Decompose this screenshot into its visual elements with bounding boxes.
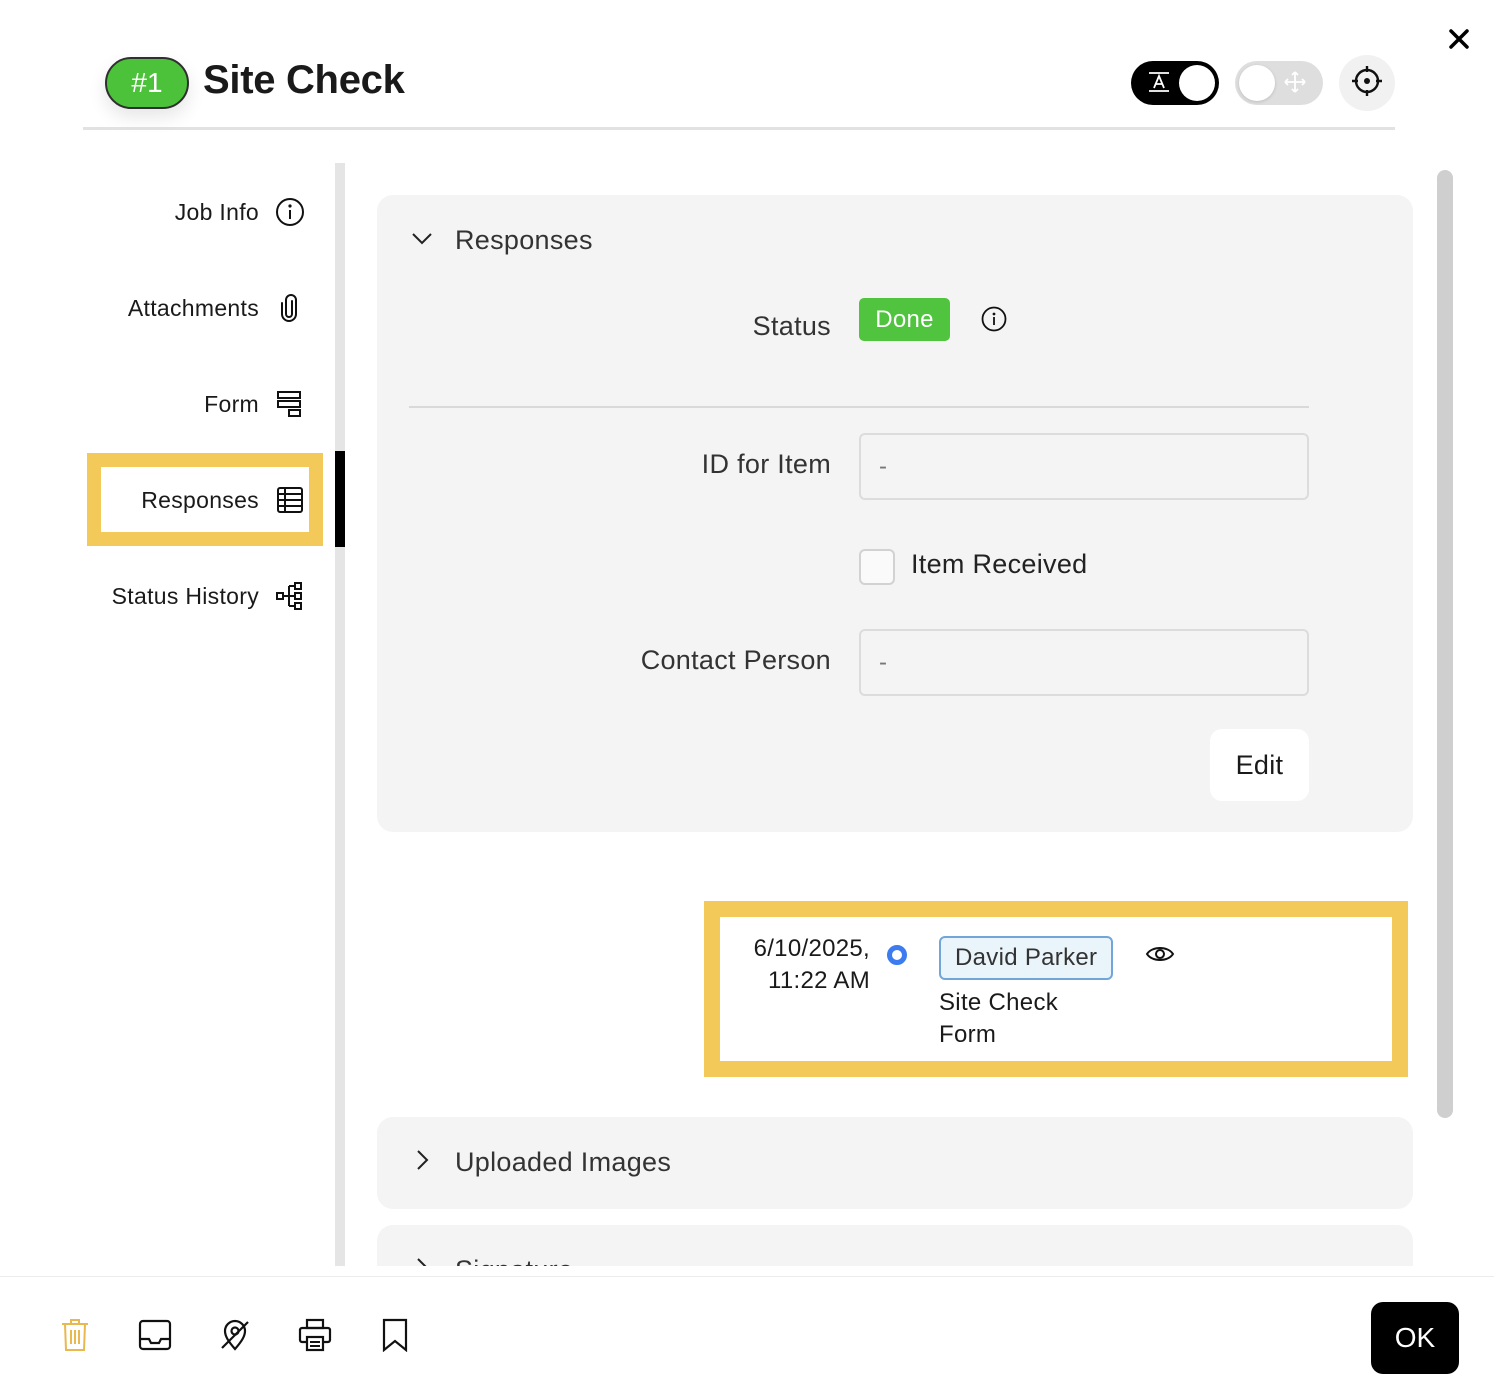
sidebar-item-label: Responses: [141, 486, 259, 513]
chevron-right-icon: [411, 1255, 433, 1266]
toggle-knob: [1179, 65, 1215, 101]
divider: [409, 406, 1309, 408]
item-received-label: Item Received: [911, 549, 1088, 579]
panel-title: Uploaded Images: [455, 1147, 672, 1177]
history-datetime: 6/10/2025, 11:22 AM: [754, 933, 870, 997]
contact-person-label: Contact Person: [640, 645, 831, 675]
chevron-down-icon: [411, 225, 433, 256]
panel-title: Responses: [455, 225, 593, 255]
item-received-checkbox[interactable]: [859, 549, 895, 585]
page-title: Site Check: [203, 58, 405, 102]
close-icon: [1448, 28, 1470, 55]
history-date: 6/10/2025,: [753, 935, 870, 962]
sidebar-item-status-history[interactable]: Status History: [112, 571, 305, 621]
main-content: Responses Status Done ID for Item - Item…: [377, 163, 1417, 1266]
status-badge: Done: [859, 298, 950, 341]
inbox-icon: [138, 1319, 172, 1356]
responses-panel: Responses Status Done ID for Item - Item…: [377, 195, 1413, 832]
inbox-button[interactable]: [137, 1319, 173, 1355]
signature-header[interactable]: Signature: [411, 1255, 573, 1266]
sidebar-item-label: Attachments: [127, 294, 259, 321]
dialog-header: #1 Site Check: [83, 52, 1395, 130]
footer-toolbar: OK: [0, 1276, 1494, 1388]
signature-panel: Signature: [377, 1225, 1413, 1266]
sidebar-item-label: Form: [204, 390, 259, 417]
contact-person-input[interactable]: -: [859, 629, 1309, 696]
sidebar-item-job-info[interactable]: Job Info: [175, 187, 305, 237]
responses-panel-header[interactable]: Responses: [411, 225, 593, 256]
paperclip-icon: [275, 293, 305, 323]
toggle-knob: [1239, 65, 1275, 101]
nav-rail: [335, 163, 345, 1266]
close-button[interactable]: [1442, 24, 1476, 58]
info-icon[interactable]: [981, 306, 1007, 337]
printer-icon: [298, 1318, 332, 1357]
timeline-dot: [887, 945, 907, 965]
sidebar-item-responses[interactable]: Responses: [141, 475, 305, 525]
info-icon: [275, 197, 305, 227]
sidebar-item-label: Job Info: [174, 198, 259, 225]
status-label: Status: [752, 311, 831, 341]
chevron-right-icon: [411, 1147, 433, 1178]
form-icon: [275, 389, 305, 419]
uploaded-images-header[interactable]: Uploaded Images: [411, 1147, 671, 1178]
job-number-badge: #1: [105, 57, 189, 109]
sidebar-item-form[interactable]: Form: [204, 379, 305, 429]
bookmark-icon: [381, 1318, 409, 1357]
locate-button[interactable]: [1339, 55, 1395, 111]
sidebar-item-label: Status History: [111, 582, 259, 609]
sidebar-nav: Job Info Attachments Form Responses Stat…: [0, 160, 345, 1266]
history-entry: 6/10/2025, 11:22 AM David Parker Site Ch…: [704, 901, 1408, 1077]
table-icon: [275, 485, 305, 515]
id-for-item-input[interactable]: -: [859, 433, 1309, 500]
panel-title: Signature: [455, 1255, 573, 1266]
id-for-item-label: ID for Item: [701, 449, 831, 479]
history-time: 11:22 AM: [767, 967, 870, 994]
eye-icon[interactable]: [1145, 943, 1175, 970]
uploaded-images-panel: Uploaded Images: [377, 1117, 1413, 1209]
edit-button[interactable]: Edit: [1210, 729, 1309, 801]
trash-icon: [59, 1318, 91, 1357]
move-mode-toggle[interactable]: [1235, 61, 1323, 105]
sidebar-item-attachments[interactable]: Attachments: [128, 283, 305, 333]
text-mode-toggle[interactable]: [1131, 61, 1219, 105]
map-pin-icon: [218, 1318, 252, 1357]
scrollbar[interactable]: [1437, 170, 1453, 1118]
hierarchy-icon: [275, 581, 305, 611]
user-tag: David Parker: [939, 936, 1114, 980]
move-icon: [1283, 70, 1307, 99]
ok-button[interactable]: OK: [1371, 1302, 1459, 1374]
delete-button[interactable]: [57, 1318, 93, 1357]
text-toggle-icon: [1147, 70, 1171, 99]
crosshair-icon: [1350, 64, 1384, 103]
print-button[interactable]: [297, 1318, 333, 1357]
history-form-name: Site Check Form: [939, 989, 1059, 1048]
nav-active-indicator: [335, 451, 345, 547]
bookmark-button[interactable]: [377, 1318, 413, 1357]
map-pin-button[interactable]: [217, 1319, 253, 1355]
